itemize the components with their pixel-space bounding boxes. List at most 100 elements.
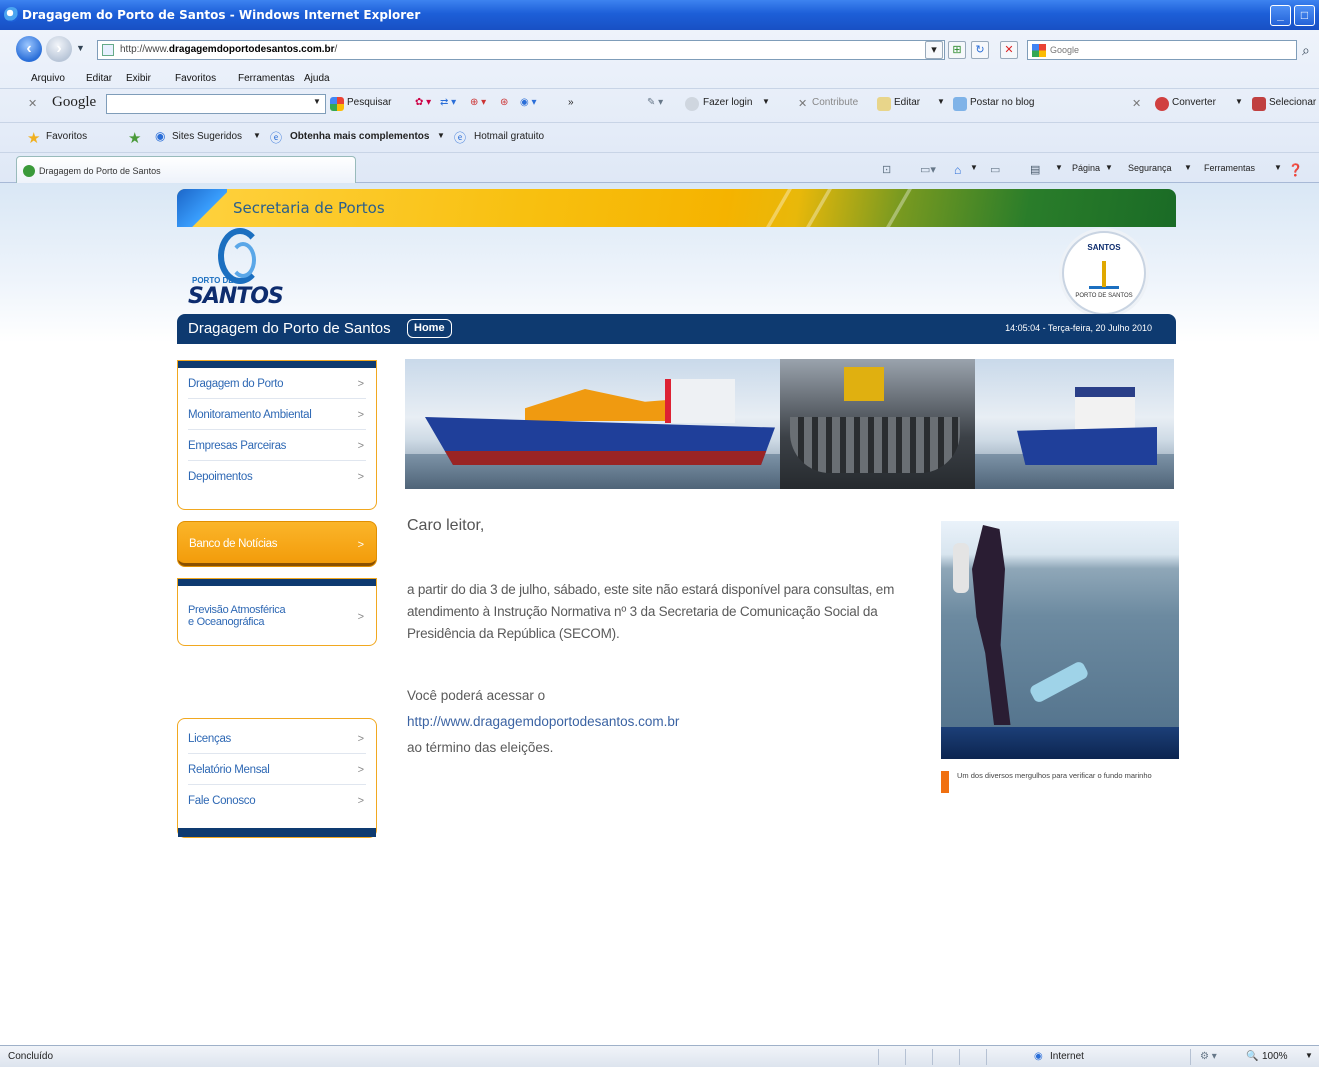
editar-dropdown-icon[interactable]: ▼ [937, 97, 945, 106]
close-converter-icon[interactable]: ✕ [1132, 97, 1141, 110]
site-link[interactable]: http://www.dragagemdoportodesantos.com.b… [407, 709, 922, 735]
zoom-dropdown-icon[interactable]: ▼ [1305, 1051, 1313, 1060]
dredging-ships-banner [405, 359, 1174, 489]
menu-arquivo[interactable]: Arquivo [31, 73, 65, 84]
menu-item-empresas[interactable]: Empresas Parceiras > [188, 430, 366, 461]
banco-de-noticias-button[interactable]: Banco de Notícias > [177, 521, 377, 567]
converter-button[interactable]: Converter [1172, 97, 1216, 108]
select-icon [1252, 97, 1266, 111]
login-button[interactable]: Fazer login [703, 97, 752, 108]
access-line: Você poderá acessar o [407, 688, 546, 703]
ferramentas-menu[interactable]: Ferramentas [1204, 163, 1255, 173]
minimize-button[interactable]: _ [1270, 5, 1291, 26]
seguranca-menu[interactable]: Segurança [1128, 163, 1172, 173]
spell-icon[interactable]: ⊛ [500, 97, 508, 108]
porto-de-santos-logo[interactable]: PORTO DE SANTOS [188, 228, 288, 309]
menu-item-depoimentos[interactable]: Depoimentos > [188, 461, 366, 492]
share-icon[interactable]: ✿ ▾ [415, 97, 431, 108]
menu-item-previsao[interactable]: Previsão Atmosférica e Oceanográfica > [188, 586, 366, 642]
history-dropdown-icon[interactable]: ▼ [76, 43, 85, 53]
wrench-icon[interactable]: ✎ ▾ [647, 97, 663, 108]
hotmail-link[interactable]: Hotmail gratuito [474, 131, 544, 142]
suggested-dropdown-icon[interactable]: ▼ [253, 131, 261, 140]
zoom-icon: 🔍 [1246, 1051, 1259, 1062]
print-icon[interactable]: ▤ [1030, 163, 1040, 176]
close-contribute-icon[interactable]: ✕ [798, 97, 807, 110]
chevron-right-icon: > [357, 733, 364, 745]
translate2-icon[interactable]: ◉ ▾ [520, 97, 537, 108]
print-dropdown-icon[interactable]: ▼ [1055, 163, 1063, 172]
login-dropdown-icon[interactable]: ▼ [762, 97, 770, 106]
home-icon[interactable]: ⌂ [954, 163, 961, 177]
more-button[interactable]: » [568, 97, 574, 108]
status-divider [878, 1049, 879, 1065]
menu-favoritos[interactable]: Favoritos [175, 73, 216, 84]
menu-item-relatorio[interactable]: Relatório Mensal > [188, 754, 366, 785]
menu-item-label: Depoimentos [188, 471, 253, 483]
editar-button[interactable]: Editar [894, 97, 920, 108]
google-toolbar-input[interactable] [106, 94, 326, 114]
edit-icon [877, 97, 891, 111]
seal-emblem-icon [1089, 261, 1119, 289]
pagina-menu[interactable]: Página [1072, 163, 1100, 173]
maximize-button[interactable]: □ [1294, 5, 1315, 26]
refresh-icon[interactable]: ↻ [971, 41, 989, 59]
back-button[interactable]: ‹ [16, 36, 42, 62]
menu-ajuda[interactable]: Ajuda [304, 73, 330, 84]
logo-santos-text: SANTOS [188, 284, 284, 309]
add-favorites-icon[interactable]: ★ [128, 129, 141, 147]
menu-cap [178, 579, 376, 586]
postar-button[interactable]: Postar no blog [970, 97, 1035, 108]
home-button[interactable]: Home [407, 319, 452, 338]
seguranca-dropdown-icon: ▼ [1184, 163, 1192, 172]
read-mail-icon[interactable]: ▭ [990, 163, 1000, 176]
selecionar-button[interactable]: Selecionar [1269, 97, 1316, 108]
suggested-sites-link[interactable]: Sites Sugeridos [172, 131, 242, 142]
address-bar[interactable]: http://www.dragagemdoportodesantos.com.b… [97, 40, 945, 60]
diver-photo [941, 521, 1179, 759]
forecast-menu: Previsão Atmosférica e Oceanográfica > [177, 578, 377, 646]
menu-ferramentas[interactable]: Ferramentas [238, 73, 295, 84]
site-title: Dragagem do Porto de Santos [188, 320, 391, 337]
addons-dropdown-icon[interactable]: ▼ [437, 131, 445, 140]
menu-cap [178, 361, 376, 368]
home-page-icon[interactable]: ⊡ [882, 163, 891, 176]
google-search-icon [330, 97, 344, 111]
search-icon[interactable]: ⌕ [1302, 42, 1310, 59]
google-icon [1032, 44, 1046, 57]
dredge-frame [844, 367, 884, 401]
menu-exibir[interactable]: Exibir [126, 73, 151, 84]
forward-button[interactable]: › [46, 36, 72, 62]
menu-item-fale-conosco[interactable]: Fale Conosco > [188, 785, 366, 816]
converter-dropdown-icon[interactable]: ▼ [1235, 97, 1243, 106]
menu-editar[interactable]: Editar [86, 73, 112, 84]
bookmark-icon[interactable]: ⊕ ▾ [470, 97, 486, 108]
protected-mode-icon[interactable]: ⚙ ▾ [1200, 1051, 1217, 1062]
contribute-button[interactable]: Contribute [812, 97, 858, 108]
get-addons-link[interactable]: Obtenha mais complementos [290, 131, 429, 142]
menu-item-licencas[interactable]: Licenças > [188, 723, 366, 754]
tab-dragagem[interactable]: Dragagem do Porto de Santos [16, 156, 356, 184]
address-dropdown-icon[interactable]: ▾ [925, 41, 943, 59]
search-box[interactable]: Google [1027, 40, 1297, 60]
compatibility-icon[interactable]: ⊞ [948, 41, 966, 59]
translate-icon[interactable]: ⇄ ▾ [440, 97, 456, 108]
notice-paragraph: a partir do dia 3 de julho, sábado, este… [407, 582, 895, 641]
close-toolbar-icon[interactable]: ✕ [28, 97, 37, 110]
pesquisar-button[interactable]: Pesquisar [347, 97, 391, 108]
menu-item-monitoramento[interactable]: Monitoramento Ambiental > [188, 399, 366, 430]
internet-zone-label: Internet [1050, 1051, 1084, 1062]
google-dropdown-icon[interactable]: ▼ [313, 97, 321, 106]
stop-icon[interactable]: ✕ [1000, 41, 1018, 59]
feeds-icon[interactable]: ▭▾ [920, 163, 936, 176]
status-divider [932, 1049, 933, 1065]
favorites-button[interactable]: Favoritos [46, 131, 87, 142]
chevron-right-icon: > [357, 409, 364, 421]
search-placeholder: Google [1050, 45, 1080, 55]
internet-zone-icon: ◉ [1034, 1051, 1043, 1062]
zoom-level[interactable]: 100% [1262, 1051, 1288, 1062]
menu-item-dragagem[interactable]: Dragagem do Porto > [188, 368, 366, 399]
help-icon[interactable]: ❓ [1288, 163, 1303, 177]
home-dropdown-icon[interactable]: ▼ [970, 163, 978, 172]
status-divider [959, 1049, 960, 1065]
